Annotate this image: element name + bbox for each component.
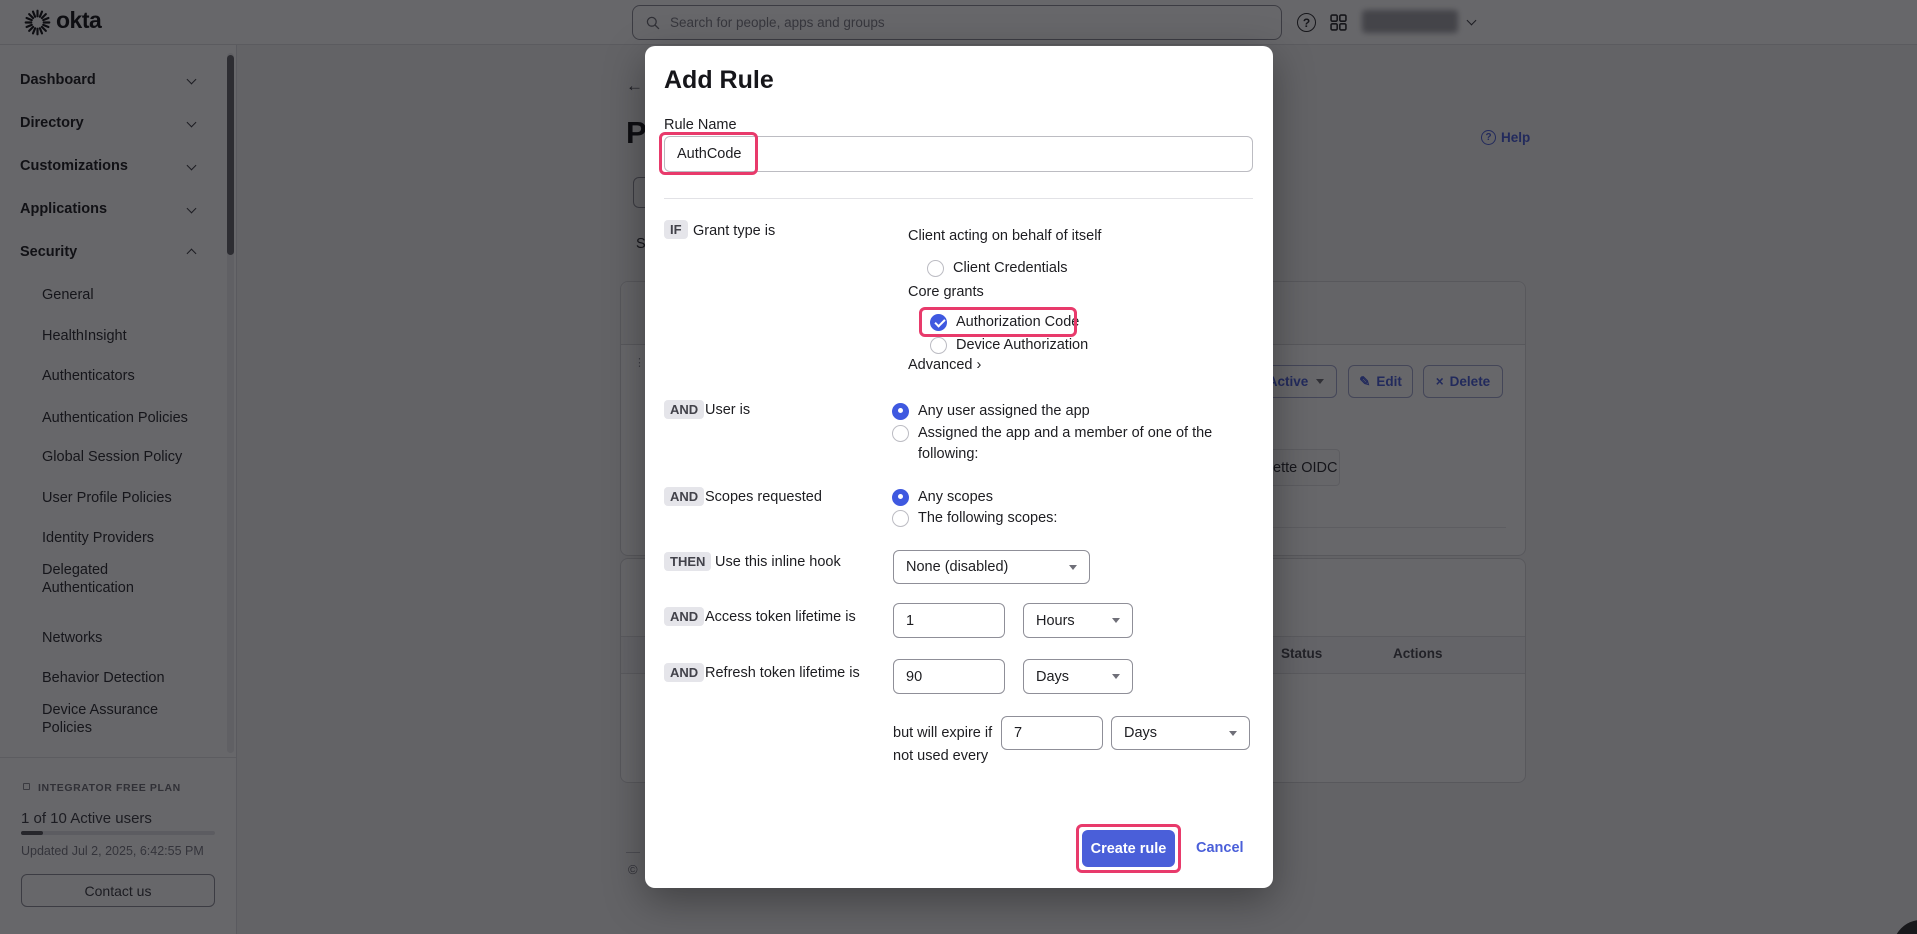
assigned-user-option[interactable]: Assigned the app and a member of one of …: [892, 423, 1218, 465]
expire-label-line1: but will expire if: [893, 725, 992, 741]
advanced-chevron-icon: ›: [977, 357, 982, 373]
create-rule-button[interactable]: Create rule: [1082, 830, 1175, 867]
device-authorization-checkbox[interactable]: [930, 337, 947, 354]
access-token-label: Access token lifetime is: [705, 609, 856, 625]
and-badge-refresh: AND: [664, 663, 704, 682]
any-user-option[interactable]: Any user assigned the app: [892, 401, 1090, 421]
grant-type-label: Grant type is: [693, 223, 775, 239]
expire-label-line2: not used every: [893, 748, 988, 764]
any-scopes-option[interactable]: Any scopes: [892, 487, 993, 507]
and-badge-access: AND: [664, 607, 704, 626]
rule-name-input[interactable]: [664, 136, 1253, 172]
expire-unit-select[interactable]: Days: [1111, 716, 1250, 750]
refresh-token-label: Refresh token lifetime is: [705, 665, 860, 681]
and-badge-scopes: AND: [664, 487, 704, 506]
advanced-link[interactable]: Advanced ›: [908, 357, 981, 373]
authorization-code-option[interactable]: Authorization Code: [930, 312, 1079, 332]
cancel-button[interactable]: Cancel: [1196, 840, 1244, 856]
grant-group-core: Core grants: [908, 284, 984, 300]
any-user-radio[interactable]: [892, 403, 909, 420]
access-token-unit-select[interactable]: Hours: [1023, 603, 1133, 638]
expire-value-input[interactable]: [1001, 716, 1103, 750]
refresh-token-value-input[interactable]: [893, 659, 1005, 694]
device-authorization-option[interactable]: Device Authorization: [930, 335, 1088, 355]
user-is-label: User is: [705, 402, 750, 418]
client-credentials-option[interactable]: Client Credentials: [927, 258, 1067, 278]
okta-admin-screen: ← P A S ⋮⋮ Active ✎ Edit × Delete ette O…: [0, 0, 1917, 934]
refresh-token-unit-select[interactable]: Days: [1023, 659, 1133, 694]
grant-group-client: Client acting on behalf of itself: [908, 228, 1101, 244]
scopes-label: Scopes requested: [705, 489, 822, 505]
following-scopes-option[interactable]: The following scopes:: [892, 508, 1057, 528]
select-caret-icon: [1112, 618, 1120, 623]
and-badge-user: AND: [664, 400, 704, 419]
select-caret-icon: [1229, 731, 1237, 736]
assigned-user-radio[interactable]: [892, 425, 909, 442]
add-rule-modal: Add Rule Rule Name IF Grant type is Clie…: [645, 46, 1273, 888]
client-credentials-checkbox[interactable]: [927, 260, 944, 277]
access-token-value-input[interactable]: [893, 603, 1005, 638]
select-caret-icon: [1069, 565, 1077, 570]
modal-title: Add Rule: [664, 66, 774, 95]
inline-hook-label: Use this inline hook: [715, 554, 841, 570]
rule-name-label: Rule Name: [664, 117, 737, 133]
select-caret-icon: [1112, 674, 1120, 679]
authorization-code-checkbox[interactable]: [930, 314, 947, 331]
any-scopes-radio[interactable]: [892, 489, 909, 506]
if-badge: IF: [664, 220, 688, 239]
following-scopes-radio[interactable]: [892, 510, 909, 527]
inline-hook-select[interactable]: None (disabled): [893, 550, 1090, 584]
modal-divider: [664, 198, 1253, 199]
then-badge: THEN: [664, 552, 711, 571]
